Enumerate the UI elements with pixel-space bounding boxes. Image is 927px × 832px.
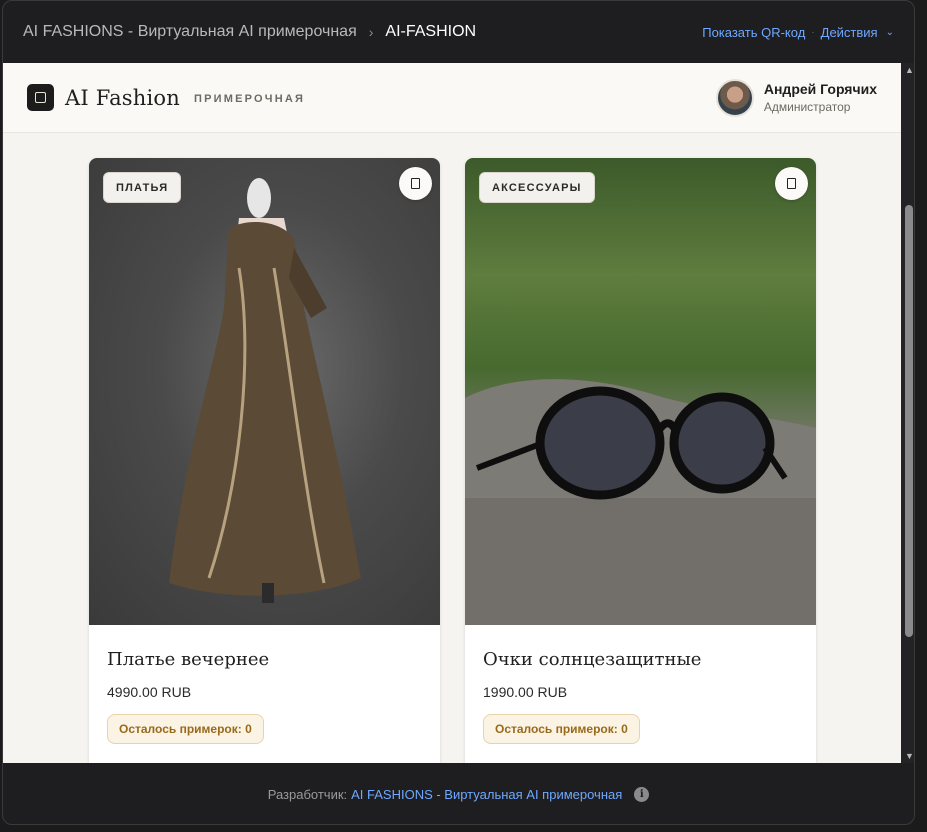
category-badge: ПЛАТЬЯ xyxy=(103,172,182,203)
breadcrumb-current: AI-FASHION xyxy=(385,23,477,40)
footer: Разработчик: AI FASHIONS - Виртуальная A… xyxy=(3,763,914,824)
sunglasses-illustration xyxy=(465,379,816,625)
bookmark-icon xyxy=(411,178,420,189)
bookmark-button[interactable] xyxy=(775,167,808,200)
site-header: AI Fashion ПРИМЕРОЧНАЯ Андрей Горячих Ад… xyxy=(3,63,901,133)
bookmark-button[interactable] xyxy=(399,167,432,200)
product-price: 4990.00 RUB xyxy=(107,684,192,700)
scroll-up-icon[interactable]: ▲ xyxy=(905,65,914,75)
dot-separator: · xyxy=(811,26,815,38)
top-bar: AI FASHIONS - Виртуальная AI примерочная… xyxy=(3,1,914,63)
product-image[interactable]: ПЛАТЬЯ xyxy=(89,158,440,625)
product-card[interactable]: ПЛАТЬЯ Платье вечернее 4990.00 RUB Остал… xyxy=(89,158,440,763)
topbar-actions: Показать QR-код · Действия ⌄ xyxy=(702,25,894,40)
footer-prefix: Разработчик: xyxy=(267,787,348,802)
chevron-down-icon[interactable]: ⌄ xyxy=(886,27,894,38)
category-badge: АКСЕССУАРЫ xyxy=(479,172,595,203)
brand-title[interactable]: AI Fashion xyxy=(65,86,180,110)
product-image[interactable]: АКСЕССУАРЫ xyxy=(465,158,816,625)
brand-subtitle: ПРИМЕРОЧНАЯ xyxy=(194,93,306,105)
dress-illustration xyxy=(169,178,361,603)
product-title[interactable]: Очки солнцезащитные xyxy=(483,649,798,670)
info-icon[interactable]: i xyxy=(634,787,650,802)
bookmark-icon xyxy=(787,178,796,189)
scrollbar-thumb[interactable] xyxy=(905,205,913,637)
product-price: 1990.00 RUB xyxy=(483,684,568,700)
logo-icon[interactable] xyxy=(27,84,54,111)
tries-left-badge: Осталось примерок: 0 xyxy=(483,714,640,744)
product-card[interactable]: АКСЕССУАРЫ Очки солнцезащитные 1990.00 R… xyxy=(465,158,816,763)
scroll-down-icon[interactable]: ▼ xyxy=(905,751,914,761)
app-window: AI FASHIONS - Виртуальная AI примерочная… xyxy=(2,0,915,825)
user-name: Андрей Горячих xyxy=(763,81,877,97)
user-profile[interactable]: Андрей Горячих Администратор xyxy=(715,78,877,117)
product-title[interactable]: Платье вечернее xyxy=(107,649,422,670)
user-role: Администратор xyxy=(763,100,851,114)
main-content: AI Fashion ПРИМЕРОЧНАЯ Андрей Горячих Ад… xyxy=(3,63,901,763)
actions-menu[interactable]: Действия xyxy=(821,25,878,40)
footer-developer-link[interactable]: AI FASHIONS - Виртуальная AI примерочная xyxy=(351,787,622,802)
scrollbar[interactable]: ▲ ▼ xyxy=(901,63,914,763)
avatar[interactable] xyxy=(715,78,754,117)
chevron-right-icon: › xyxy=(368,24,374,40)
breadcrumb-app[interactable]: AI FASHIONS - Виртуальная AI примерочная xyxy=(23,23,357,41)
show-qr-link[interactable]: Показать QR-код xyxy=(702,25,805,40)
tries-left-badge: Осталось примерок: 0 xyxy=(107,714,264,744)
